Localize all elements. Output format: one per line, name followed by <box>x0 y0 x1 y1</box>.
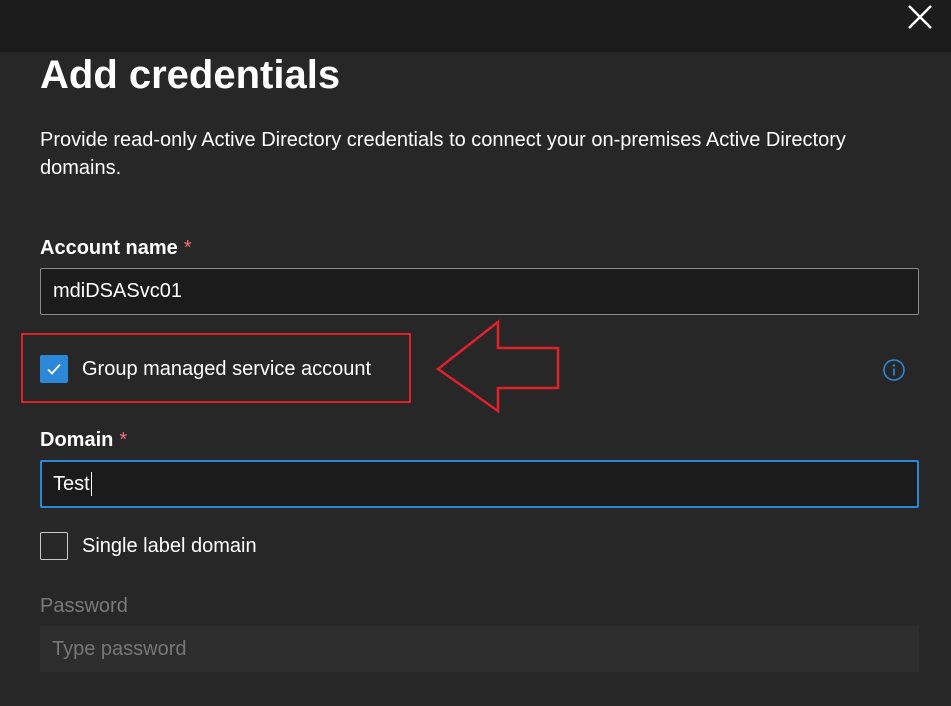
required-marker: * <box>119 429 128 451</box>
page-title: Add credentials <box>40 53 341 97</box>
account-name-label-text: Account name <box>40 237 178 259</box>
info-icon[interactable] <box>882 358 906 382</box>
single-label-domain-checkbox[interactable] <box>40 532 68 560</box>
password-label: Password <box>40 595 128 617</box>
domain-input[interactable]: Test <box>40 460 919 508</box>
password-input[interactable] <box>40 626 919 672</box>
close-icon[interactable] <box>902 0 938 36</box>
single-label-domain-label[interactable]: Single label domain <box>82 533 257 559</box>
dialog-description: Provide read-only Active Directory crede… <box>40 129 846 179</box>
dialog-top-bar <box>0 0 951 52</box>
text-caret <box>90 472 92 496</box>
close-button[interactable] <box>902 0 938 36</box>
domain-label-text: Domain <box>40 429 114 451</box>
account-name-input[interactable] <box>40 268 919 315</box>
info-button[interactable] <box>882 358 906 382</box>
domain-input-value: Test <box>53 472 90 495</box>
annotation-highlight-box <box>21 333 411 403</box>
account-name-label: Account name * <box>40 235 192 261</box>
required-marker: * <box>183 237 192 259</box>
single-label-domain-row[interactable]: Single label domain <box>40 531 257 561</box>
annotation-arrow-icon <box>435 319 560 414</box>
domain-label: Domain * <box>40 427 127 453</box>
